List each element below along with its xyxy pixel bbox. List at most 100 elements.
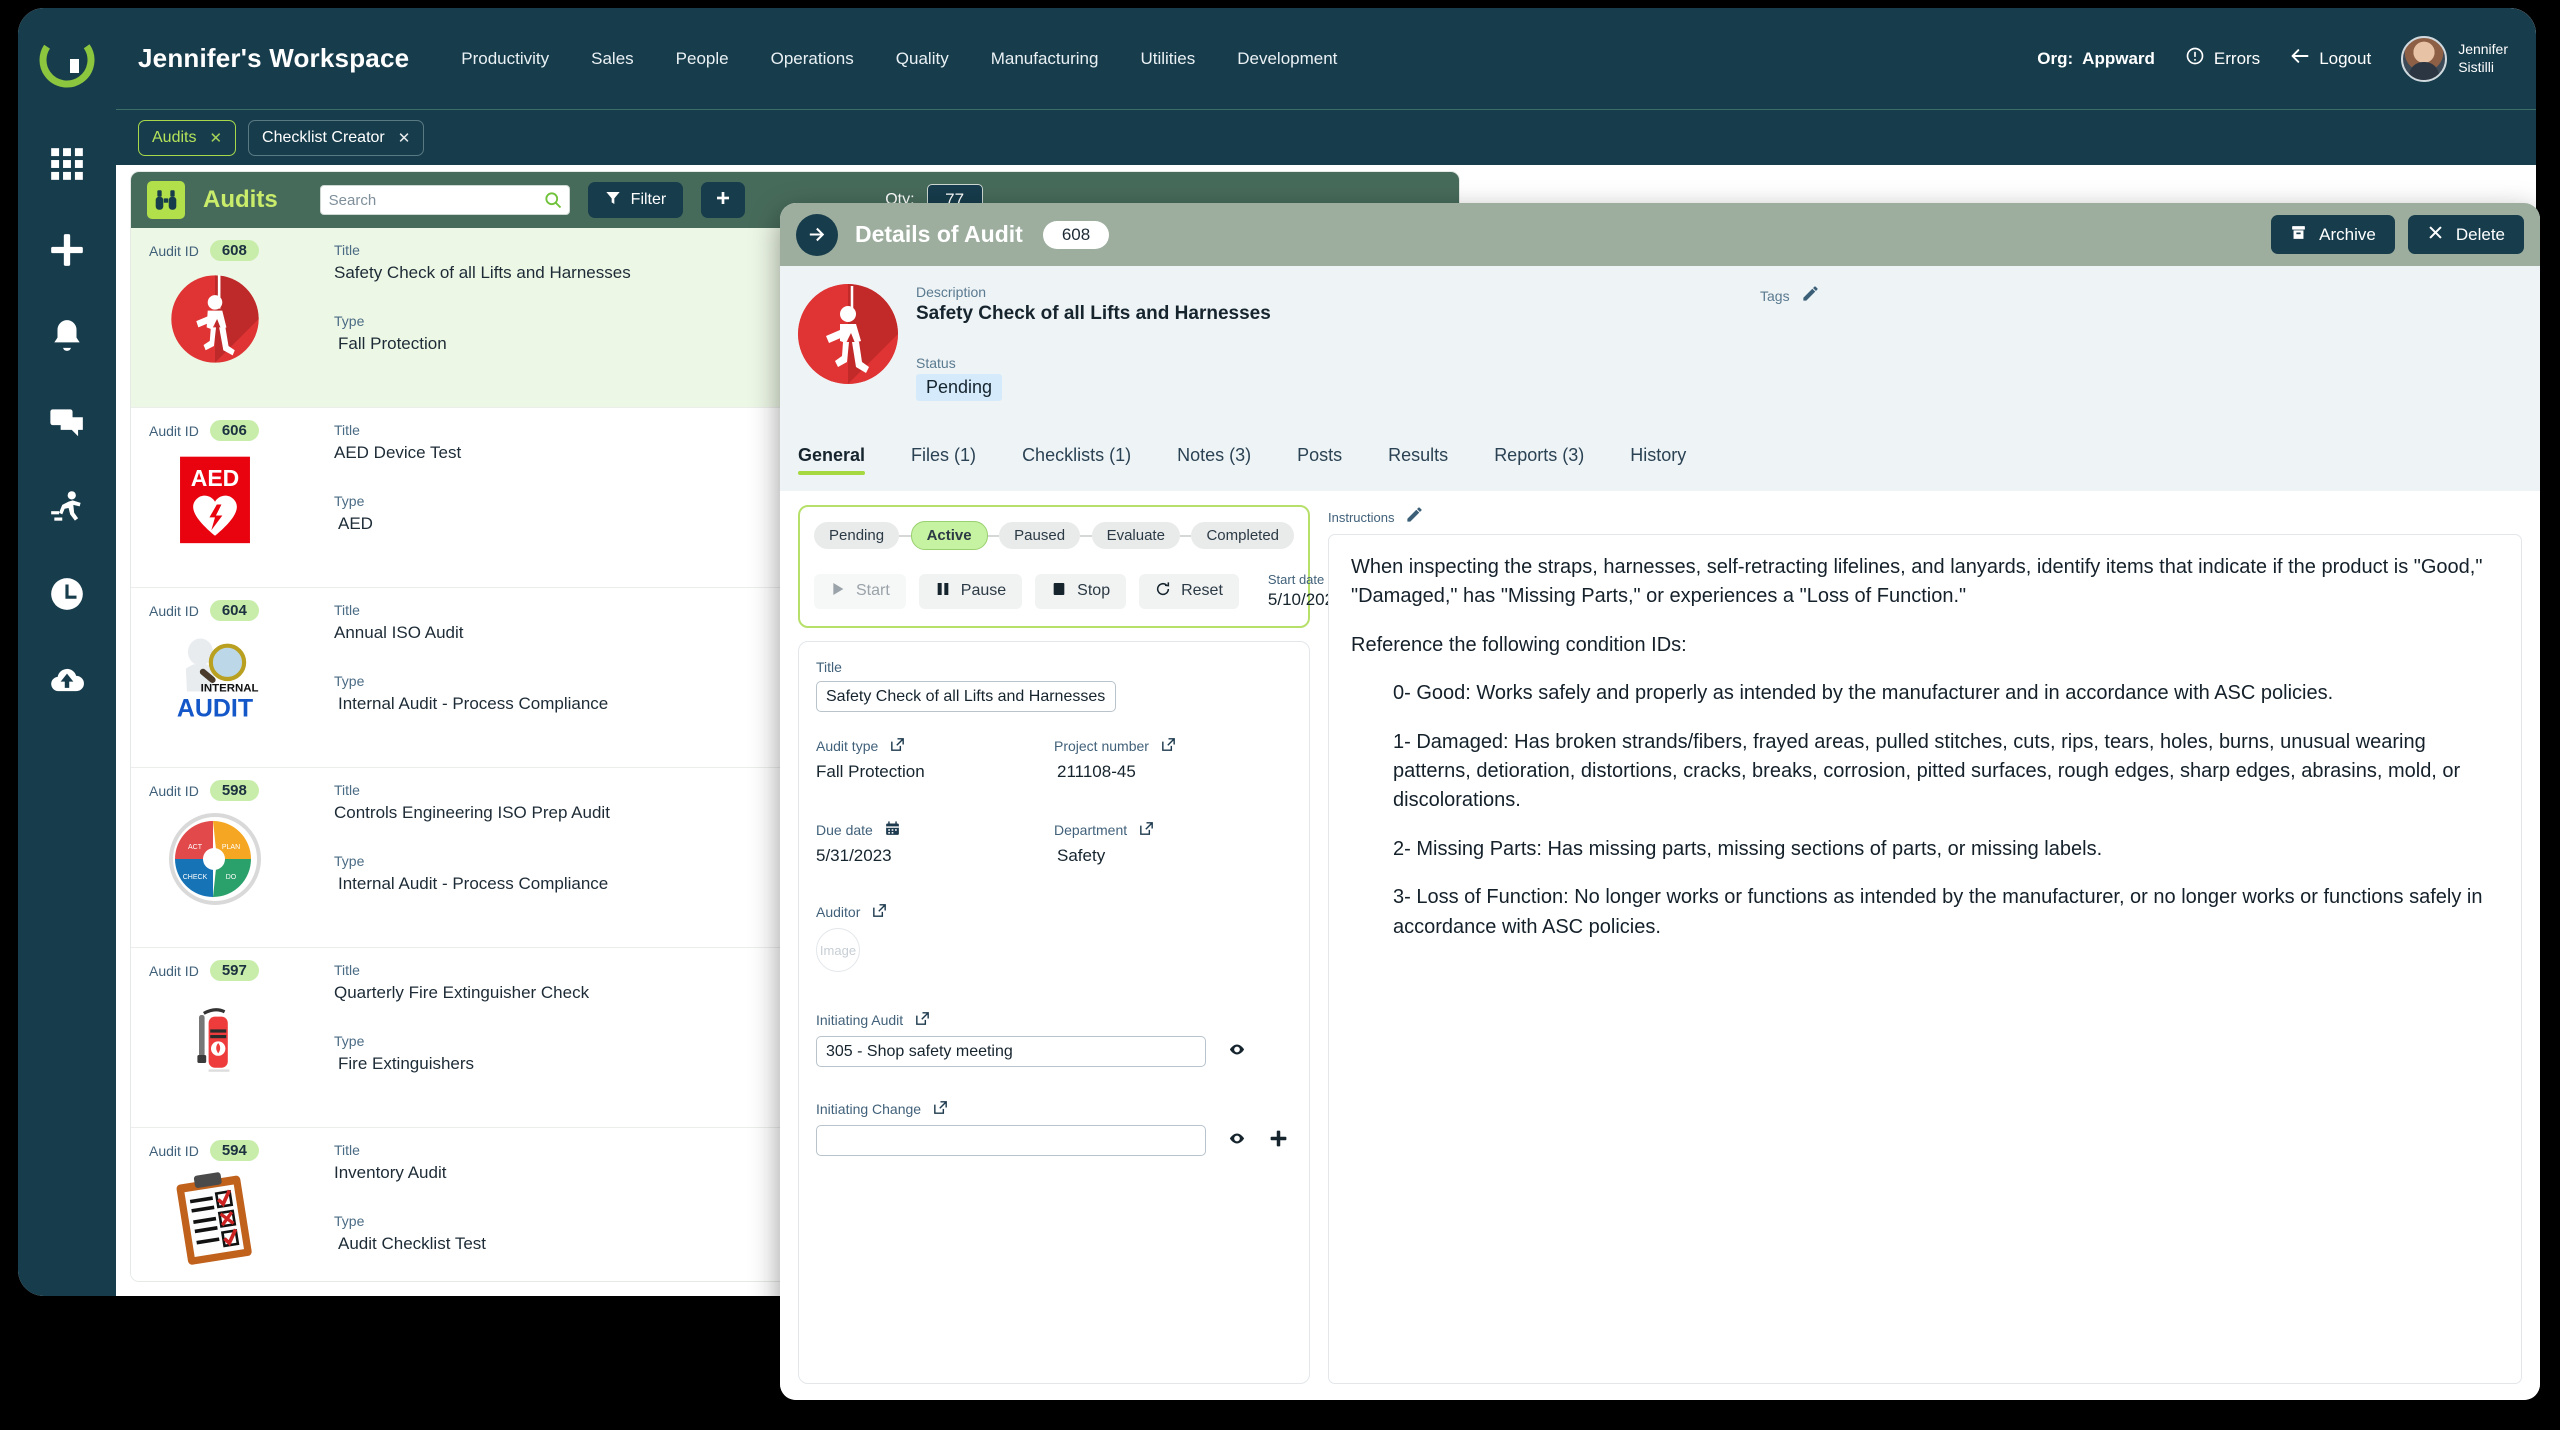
workspace-tab-checklist-creator[interactable]: Checklist Creator ✕ [248,119,425,156]
grid-icon[interactable] [41,138,93,190]
svg-text:CHECK: CHECK [183,874,208,881]
pause-button[interactable]: Pause [918,573,1023,609]
binoculars-icon [147,181,185,219]
svg-text:PLAN: PLAN [222,844,240,851]
close-icon[interactable]: ✕ [398,129,411,147]
bell-icon[interactable] [41,310,93,362]
nav-item-quality[interactable]: Quality [892,43,953,75]
stop-button[interactable]: Stop [1035,573,1127,609]
audit-type-field: Audit type Fall Protection [816,736,1054,782]
type-label: Type [334,1213,365,1229]
tags-block: Tags [1760,284,1820,308]
external-link-icon[interactable] [1138,820,1155,840]
nav-item-development[interactable]: Development [1233,43,1341,75]
external-link-icon[interactable] [1160,736,1177,756]
tab-checklists[interactable]: Checklists (1) [1022,441,1131,475]
field-row-type-project: Audit type Fall Protection Project numbe… [816,736,1292,782]
tab-history[interactable]: History [1630,441,1686,475]
title-label: Title [334,782,360,798]
top-navigation-right: Org: Appward Errors Logout Jennifer Sisti… [2037,35,2536,82]
clock-icon[interactable] [41,568,93,620]
harness-icon [163,267,267,371]
add-audit-button[interactable] [701,182,746,218]
workflow-step-completed[interactable]: Completed [1191,522,1295,549]
nav-item-manufacturing[interactable]: Manufacturing [987,43,1103,75]
filter-button[interactable]: Filter [587,182,684,218]
workflow-step-paused[interactable]: Paused [999,522,1081,549]
audit-id-line: Audit ID 597 [149,960,324,981]
external-link-icon[interactable] [932,1099,949,1119]
start-button[interactable]: Start [814,573,906,609]
auditor-avatar-placeholder[interactable]: Image [816,928,860,972]
eye-icon[interactable] [1226,1041,1248,1063]
audit-id-line: Audit ID 608 [149,240,324,261]
title-label-text: Title [816,659,842,675]
logout-button[interactable]: Logout [2290,46,2371,71]
fire-extinguisher-icon [163,987,267,1091]
project-number-value: 211108-45 [1057,762,1136,781]
audit-id-line: Audit ID 606 [149,420,324,441]
errors-button[interactable]: Errors [2185,46,2260,71]
delete-button[interactable]: Delete [2407,215,2524,254]
workflow-step-pending[interactable]: Pending [814,522,900,549]
workflow-step-active[interactable]: Active [910,521,988,550]
initiating-change-row [816,1125,1292,1156]
nav-item-people[interactable]: People [672,43,733,75]
reset-button[interactable]: Reset [1139,573,1239,609]
nav-item-sales[interactable]: Sales [587,43,638,75]
audit-type: Internal Audit - Process Compliance [338,694,609,713]
nav-item-utilities[interactable]: Utilities [1136,43,1199,75]
tab-results[interactable]: Results [1388,441,1448,475]
search-icon[interactable] [543,190,563,210]
audit-id-badge: 598 [209,780,259,801]
external-link-icon[interactable] [889,736,906,756]
pause-label: Pause [960,582,1007,599]
cloud-upload-icon[interactable] [41,654,93,706]
archive-icon [2290,224,2307,246]
user-last-name: Sistilli [2458,58,2494,75]
search-input[interactable] [319,185,570,215]
eye-icon[interactable] [1226,1130,1248,1152]
workflow-link [987,534,1000,537]
title-label: Title [334,422,360,438]
tab-reports[interactable]: Reports (3) [1494,441,1584,475]
pencil-icon[interactable] [1405,505,1424,529]
instructions-box[interactable]: When inspecting the straps, harnesses, s… [1328,534,2522,1384]
tab-posts[interactable]: Posts [1297,441,1342,475]
archive-button[interactable]: Archive [2271,215,2395,254]
workspace-tab-audits[interactable]: Audits ✕ [138,119,237,156]
external-link-icon[interactable] [871,902,888,922]
workflow-step-evaluate[interactable]: Evaluate [1091,522,1180,549]
type-label: Type [334,313,365,329]
tab-general[interactable]: General [798,441,866,475]
runner-icon[interactable] [41,482,93,534]
reset-icon [1155,581,1171,602]
external-link-icon[interactable] [914,1010,931,1030]
user-profile-chip[interactable]: Jennifer Sistilli [2401,35,2508,82]
pencil-icon[interactable] [1801,284,1820,308]
nav-item-productivity[interactable]: Productivity [457,43,553,75]
initiating-audit-input[interactable] [816,1036,1206,1067]
audit-row-right: Title Controls Engineering ISO Prep Audi… [324,780,610,935]
instructions-paragraph: 1- Damaged: Has broken strands/fibers, f… [1393,730,2461,812]
tab-files[interactable]: Files (1) [911,441,976,475]
close-icon[interactable]: ✕ [209,129,222,147]
initiating-audit-label: Initiating Audit [816,1010,1292,1030]
arrow-right-icon[interactable] [796,213,838,256]
delete-label: Delete [2455,224,2505,244]
tab-notes[interactable]: Notes (3) [1177,441,1251,475]
plus-icon[interactable] [41,224,93,276]
audit-id-line: Audit ID 594 [149,1140,324,1161]
add-initiating-change-button[interactable] [1268,1128,1289,1154]
audit-type-label-text: Audit type [816,738,879,754]
status-label: Status [916,355,956,371]
title-input[interactable] [816,681,1116,712]
nav-item-operations[interactable]: Operations [767,43,858,75]
chat-icon[interactable] [41,396,93,448]
audit-row-right: Title AED Device Test Type AED [324,420,461,575]
initiating-change-input[interactable] [816,1125,1206,1156]
workspace-tab-label: Checklist Creator [262,128,385,146]
app-logo-icon[interactable] [39,32,95,88]
calendar-icon[interactable] [884,820,901,840]
user-name: Jennifer Sistilli [2458,41,2508,75]
